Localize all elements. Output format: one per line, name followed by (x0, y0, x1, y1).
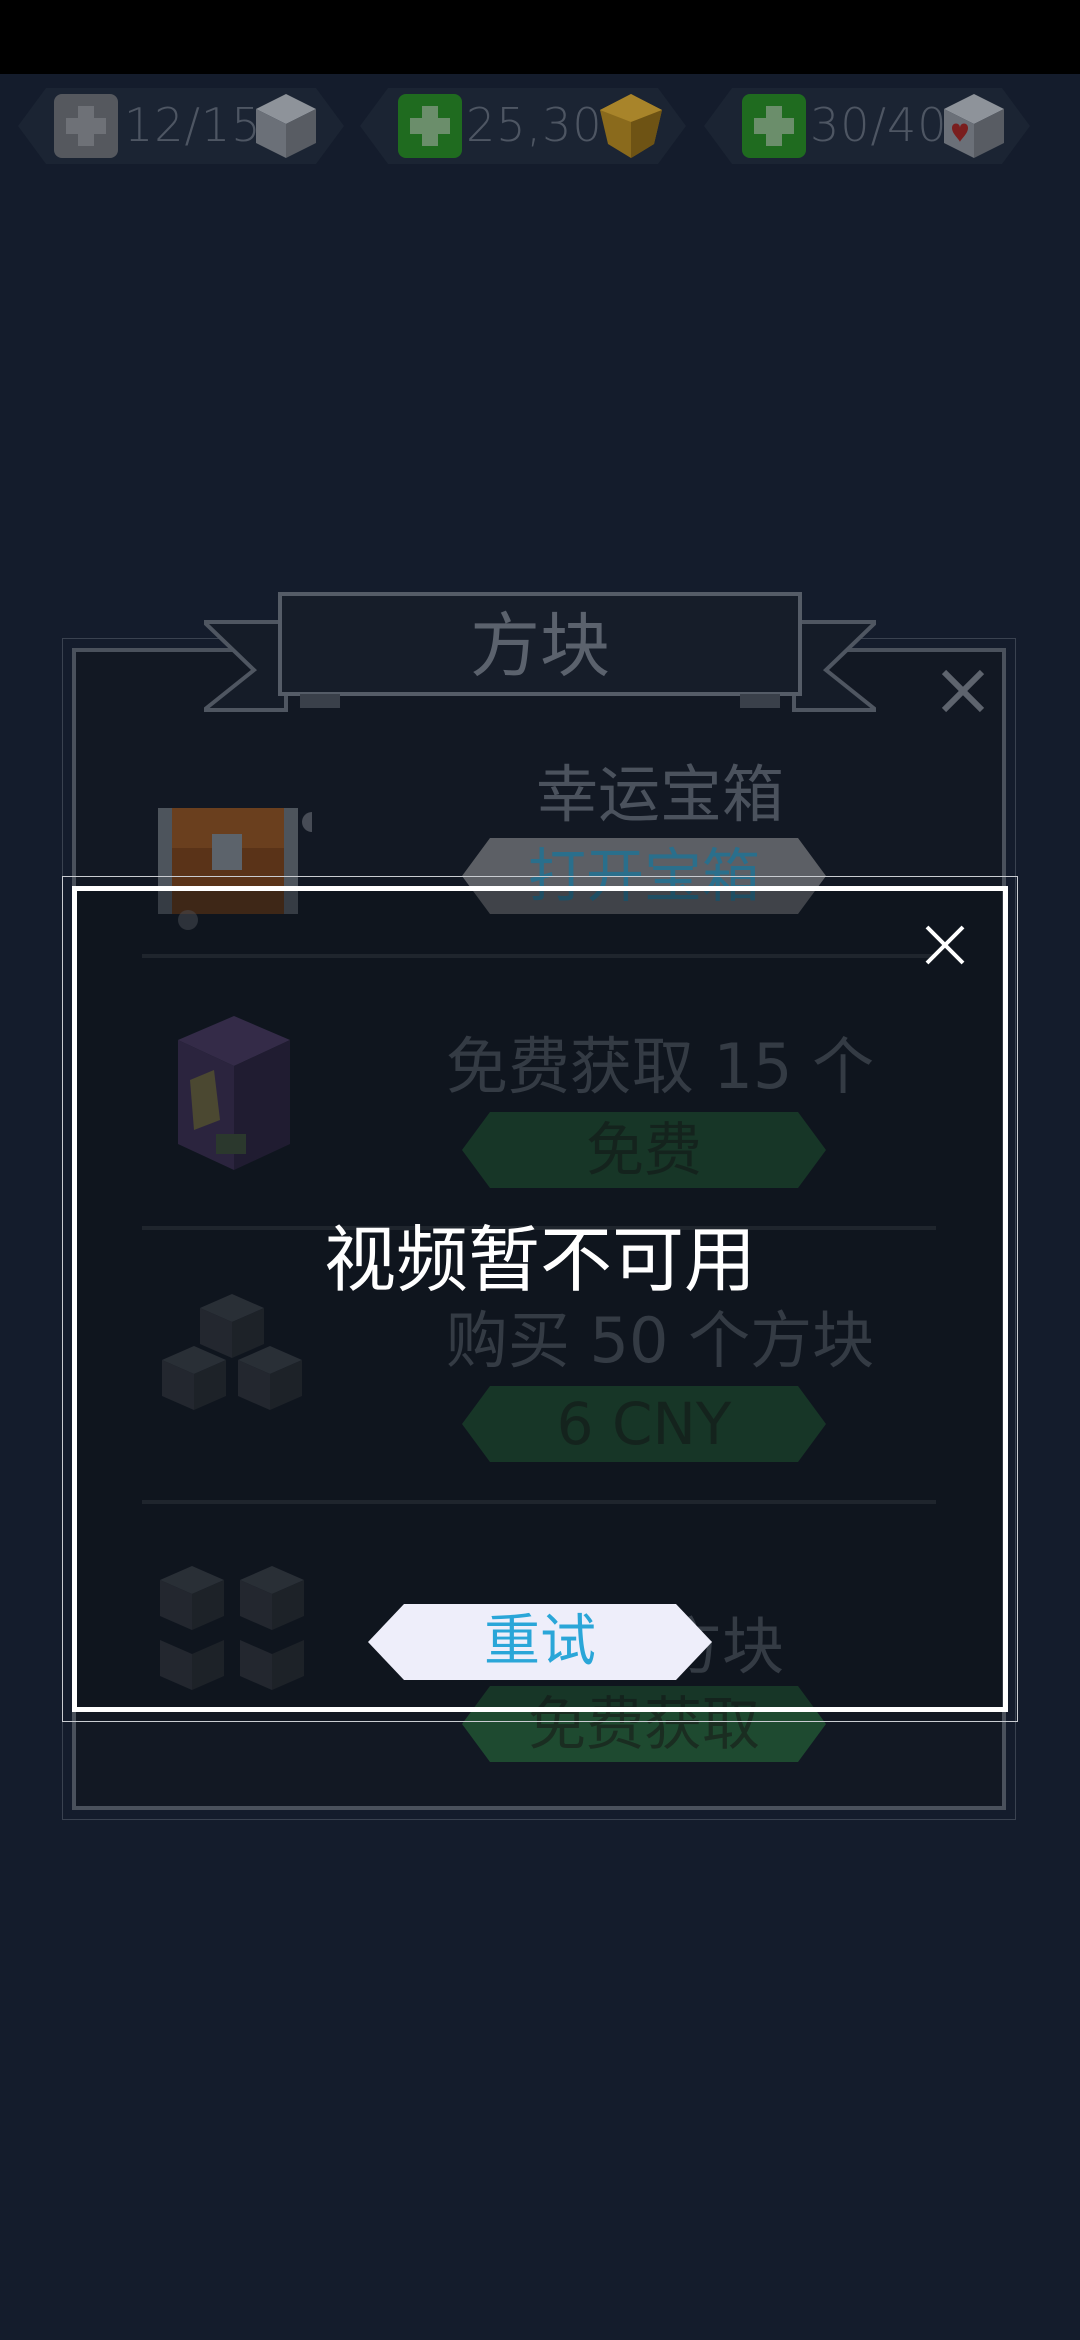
gold-gem-icon (600, 94, 662, 158)
lives-value: 12/15 (124, 98, 262, 152)
modal-close-icon[interactable] (924, 924, 966, 966)
retry-button[interactable]: 重试 (368, 1604, 712, 1680)
modal-message: 视频暂不可用 (323, 1218, 756, 1302)
lives-counter: 12/15 (18, 88, 344, 164)
status-bar (0, 0, 1080, 74)
add-lives-button[interactable] (54, 94, 118, 158)
store-title: 方块 (470, 605, 610, 687)
gems-counter: 25,305 (360, 88, 686, 164)
blocks-counter: 30/40 (704, 88, 1030, 164)
white-cube-icon (256, 94, 316, 158)
heart-cube-icon (944, 94, 1004, 158)
retry-label: 重试 (484, 1609, 596, 1674)
add-blocks-button[interactable] (742, 94, 806, 158)
store-close-icon[interactable] (940, 668, 986, 714)
add-gems-button[interactable] (398, 94, 462, 158)
item-title-lucky-chest: 幸运宝箱 (535, 758, 784, 831)
blocks-value: 30/40 (810, 98, 948, 152)
